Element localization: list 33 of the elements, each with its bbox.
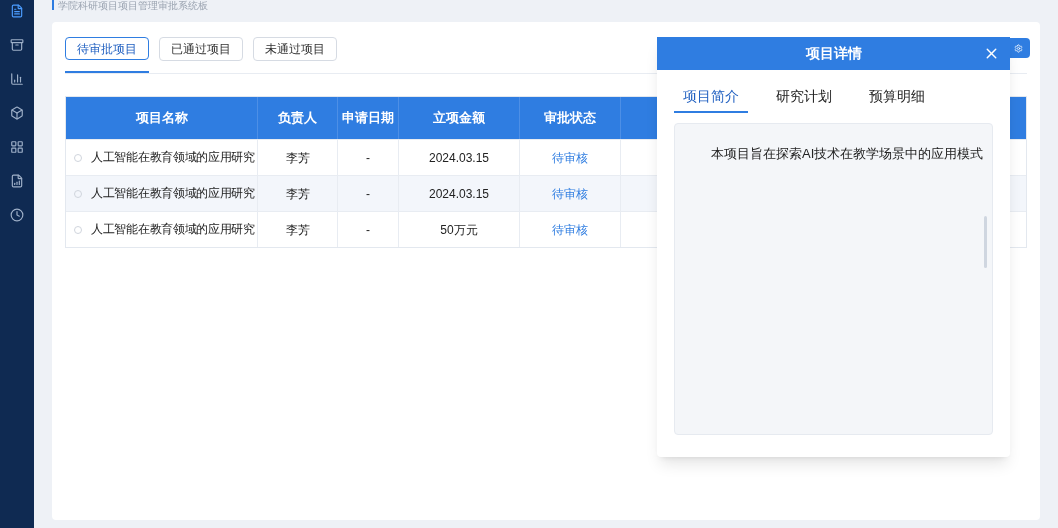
scrollbar bbox=[984, 216, 987, 268]
table-cell-text: 李芳 bbox=[285, 149, 310, 167]
table-cell-text: 李芳 bbox=[285, 221, 310, 239]
status-link[interactable]: 待审核 bbox=[552, 184, 588, 203]
table-cell-text: - bbox=[366, 149, 370, 167]
grid-icon[interactable] bbox=[10, 140, 24, 154]
table-cell-text: - bbox=[366, 185, 370, 203]
archive-icon[interactable] bbox=[10, 38, 24, 52]
status-link[interactable]: 待审核 bbox=[552, 220, 588, 239]
table-cell-text: 人工智能在教育领域的应用研究 bbox=[91, 221, 255, 237]
table-cell-text: 2024.03.15 bbox=[428, 149, 490, 167]
description-text: 本项目旨在探索AI技术在教学场景中的应用模式 bbox=[711, 145, 985, 163]
tab[interactable]: 已通过项目 bbox=[159, 37, 243, 61]
document-icon[interactable] bbox=[10, 4, 24, 18]
table-cell-text: - bbox=[366, 221, 370, 239]
status-link[interactable]: 待审核 bbox=[552, 148, 588, 167]
table-cell-text: 人工智能在教育领域的应用研究 bbox=[91, 185, 255, 201]
settings-icon bbox=[1013, 43, 1023, 53]
table-cell-text: 50万元 bbox=[440, 221, 478, 239]
breadcrumb: 学院科研项目项目管理审批系统板 bbox=[58, 0, 208, 11]
dialog-title: 项目详情 bbox=[805, 44, 862, 63]
tab[interactable]: 待审批项目 bbox=[65, 37, 149, 61]
report-icon[interactable] bbox=[10, 174, 24, 188]
tab[interactable]: 未通过项目 bbox=[253, 37, 337, 61]
table-cell-text: 李芳 bbox=[285, 185, 310, 203]
clock-icon[interactable] bbox=[10, 208, 24, 222]
table-cell-text: 2024.03.15 bbox=[428, 185, 490, 203]
chart-icon[interactable] bbox=[10, 72, 24, 86]
table-cell-text: 人工智能在教育领域的应用研究 bbox=[91, 149, 255, 165]
dialog-tab[interactable]: 项目简介 bbox=[674, 86, 748, 113]
box-icon[interactable] bbox=[10, 106, 24, 120]
dialog-tab[interactable]: 预算明细 bbox=[860, 86, 934, 113]
dialog-tab[interactable]: 研究计划 bbox=[767, 86, 841, 113]
